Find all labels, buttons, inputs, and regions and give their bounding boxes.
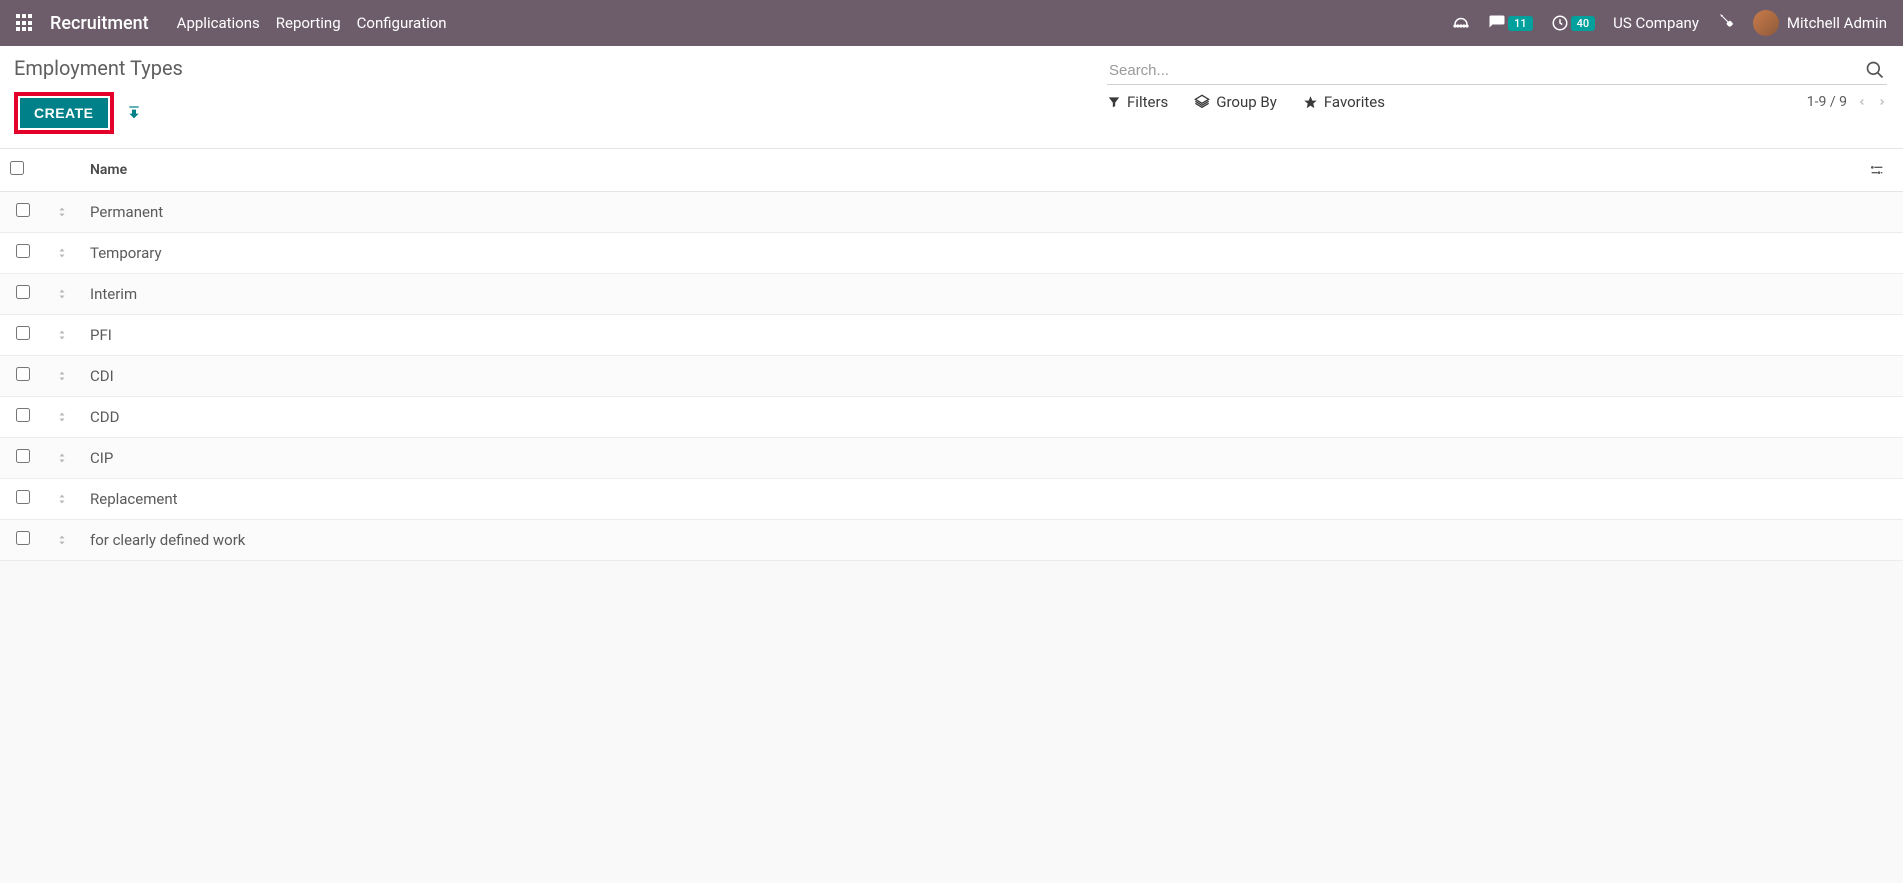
drag-handle-icon[interactable] — [46, 397, 80, 438]
table-row[interactable]: for clearly defined work — [0, 520, 1903, 561]
table-row[interactable]: Interim — [0, 274, 1903, 315]
list-table: Name PermanentTemporaryInterimPFICDICDDC… — [0, 149, 1903, 561]
call-icon[interactable] — [1452, 14, 1470, 32]
messages-icon[interactable]: 11 — [1488, 14, 1533, 32]
filters-label: Filters — [1127, 93, 1168, 111]
table-row[interactable]: Replacement — [0, 479, 1903, 520]
search-icon[interactable] — [1865, 60, 1885, 80]
row-checkbox[interactable] — [16, 367, 30, 381]
column-name[interactable]: Name — [80, 149, 1859, 192]
groupby-dropdown[interactable]: Group By — [1194, 93, 1277, 111]
favorites-label: Favorites — [1324, 93, 1385, 111]
row-checkbox[interactable] — [16, 449, 30, 463]
pager-range: 1-9 / 9 — [1807, 94, 1847, 110]
search-input[interactable] — [1109, 62, 1865, 79]
row-name: Permanent — [80, 192, 1859, 233]
activities-badge: 40 — [1571, 16, 1596, 31]
create-highlight: CREATE — [14, 92, 114, 134]
activities-icon[interactable]: 40 — [1551, 14, 1596, 32]
nav-applications[interactable]: Applications — [177, 14, 260, 32]
top-navbar: Recruitment Applications Reporting Confi… — [0, 0, 1903, 46]
groupby-label: Group By — [1216, 93, 1277, 111]
user-menu[interactable]: Mitchell Admin — [1753, 10, 1887, 36]
debug-icon[interactable] — [1717, 14, 1735, 32]
favorites-dropdown[interactable]: Favorites — [1303, 93, 1385, 111]
table-row[interactable]: CDD — [0, 397, 1903, 438]
row-checkbox[interactable] — [16, 326, 30, 340]
row-name: Interim — [80, 274, 1859, 315]
select-all-checkbox[interactable] — [10, 161, 24, 175]
row-checkbox[interactable] — [16, 285, 30, 299]
row-name: CIP — [80, 438, 1859, 479]
row-name: PFI — [80, 315, 1859, 356]
drag-handle-icon[interactable] — [46, 479, 80, 520]
company-switcher[interactable]: US Company — [1613, 14, 1699, 32]
row-name: CDD — [80, 397, 1859, 438]
table-row[interactable]: CDI — [0, 356, 1903, 397]
pager-next[interactable] — [1877, 95, 1887, 109]
pager-prev[interactable] — [1857, 95, 1867, 109]
row-checkbox[interactable] — [16, 490, 30, 504]
create-button[interactable]: CREATE — [20, 98, 108, 128]
nav-configuration[interactable]: Configuration — [357, 14, 447, 32]
row-checkbox[interactable] — [16, 203, 30, 217]
row-name: CDI — [80, 356, 1859, 397]
table-row[interactable]: Temporary — [0, 233, 1903, 274]
drag-handle-icon[interactable] — [46, 274, 80, 315]
page-title: Employment Types — [14, 56, 183, 80]
drag-handle-icon[interactable] — [46, 438, 80, 479]
row-name: Temporary — [80, 233, 1859, 274]
search-bar — [1107, 56, 1887, 85]
row-checkbox[interactable] — [16, 531, 30, 545]
table-row[interactable]: PFI — [0, 315, 1903, 356]
avatar — [1753, 10, 1779, 36]
messages-badge: 11 — [1508, 16, 1533, 31]
table-row[interactable]: CIP — [0, 438, 1903, 479]
drag-handle-icon[interactable] — [46, 520, 80, 561]
drag-handle-icon[interactable] — [46, 315, 80, 356]
app-brand[interactable]: Recruitment — [50, 13, 149, 34]
nav-reporting[interactable]: Reporting — [276, 14, 341, 32]
control-panel: Employment Types CREATE Filters — [0, 46, 1903, 149]
download-icon[interactable] — [126, 105, 142, 121]
drag-handle-icon[interactable] — [46, 233, 80, 274]
filters-dropdown[interactable]: Filters — [1107, 93, 1168, 111]
column-settings-icon[interactable] — [1869, 162, 1893, 178]
table-row[interactable]: Permanent — [0, 192, 1903, 233]
apps-icon[interactable] — [16, 14, 34, 32]
row-name: for clearly defined work — [80, 520, 1859, 561]
user-name: Mitchell Admin — [1787, 14, 1887, 32]
row-name: Replacement — [80, 479, 1859, 520]
row-checkbox[interactable] — [16, 244, 30, 258]
pager: 1-9 / 9 — [1807, 94, 1887, 110]
drag-handle-icon[interactable] — [46, 192, 80, 233]
row-checkbox[interactable] — [16, 408, 30, 422]
drag-handle-icon[interactable] — [46, 356, 80, 397]
